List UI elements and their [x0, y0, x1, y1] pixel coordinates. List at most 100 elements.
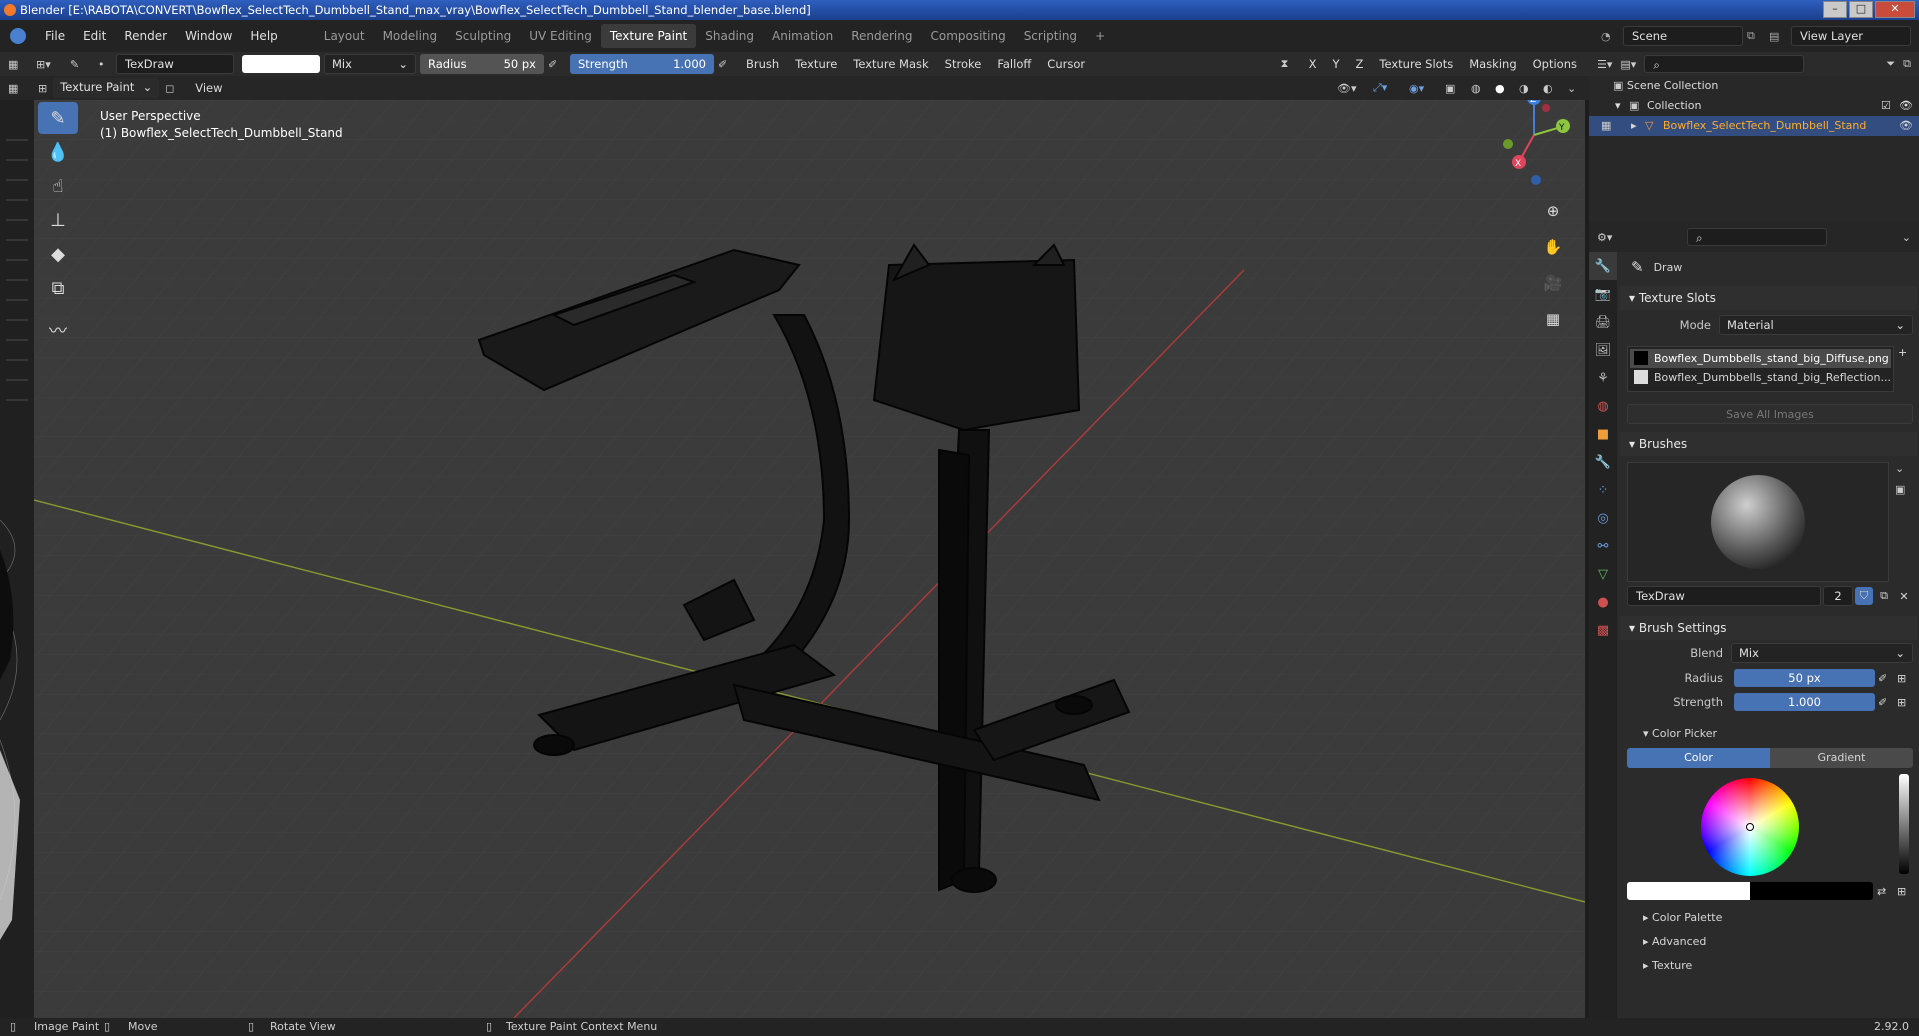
- maximize-button[interactable]: □: [1849, 1, 1873, 18]
- brush-settings-header[interactable]: ▾ Brush Settings: [1619, 616, 1917, 640]
- add-workspace-icon[interactable]: +: [1086, 24, 1114, 48]
- texture-slot-item[interactable]: Bowflex_Dumbbells_stand_big_Diffuse.png: [1630, 349, 1891, 368]
- radius-unified-icon[interactable]: ⊞: [1897, 672, 1913, 685]
- overlay-toggle-icon[interactable]: ◉▾: [1409, 82, 1439, 95]
- data-tab-icon[interactable]: ▽: [1589, 560, 1617, 588]
- object-eye-icon[interactable]: 👁: [1899, 116, 1919, 136]
- symmetry-icon[interactable]: ⧗: [1281, 57, 1299, 71]
- tab-compositing[interactable]: Compositing: [921, 24, 1014, 48]
- mode-dropdown[interactable]: Texture Paint ⌄: [53, 78, 160, 98]
- outliner-row-object[interactable]: ▦ ▸ ▽ Bowflex_SelectTech_Dumbbell_Stand …: [1589, 116, 1919, 136]
- swap-colors-icon[interactable]: ⇄: [1877, 885, 1893, 898]
- color-picker-header[interactable]: ▾ Color Picker: [1619, 722, 1917, 746]
- face-mask-icon[interactable]: ◻: [165, 82, 183, 95]
- brush-radius-slider[interactable]: 50 px: [1734, 669, 1875, 687]
- outliner-editor-icon[interactable]: ☰▾: [1597, 58, 1612, 71]
- brush-preview[interactable]: [1627, 462, 1889, 582]
- editor-type-icon[interactable]: ▦: [8, 58, 32, 71]
- menu-options[interactable]: Options: [1527, 54, 1583, 74]
- annotate-tool-icon[interactable]: 〰: [38, 314, 78, 346]
- xray-icon[interactable]: ▣: [1445, 82, 1465, 95]
- menu-texture-mask[interactable]: Texture Mask: [847, 54, 934, 74]
- color-wheel[interactable]: [1701, 778, 1799, 876]
- save-all-images-button[interactable]: Save All Images: [1627, 404, 1913, 424]
- add-slot-icon[interactable]: +: [1898, 346, 1913, 392]
- tab-uv-editing[interactable]: UV Editing: [520, 24, 601, 48]
- clone-tool-icon[interactable]: ⊥: [38, 204, 78, 236]
- brush-image-icon[interactable]: ▣: [1895, 483, 1913, 496]
- brush-blend-dropdown[interactable]: Mix ⌄: [1731, 643, 1913, 663]
- viewport-canvas[interactable]: Z Y X: [34, 100, 1585, 1018]
- zoom-icon[interactable]: ⊕: [1538, 196, 1568, 226]
- radius-pen-icon[interactable]: ✐: [1878, 672, 1894, 685]
- menu-render[interactable]: Render: [115, 29, 176, 43]
- axis-y-toggle[interactable]: Y: [1327, 54, 1346, 74]
- tab-scripting[interactable]: Scripting: [1015, 24, 1086, 48]
- strength-unified-icon[interactable]: ⊞: [1897, 696, 1913, 709]
- world-tab-icon[interactable]: ◍: [1589, 392, 1617, 420]
- menu-file[interactable]: File: [36, 29, 74, 43]
- wireframe-shading-icon[interactable]: ◍: [1471, 82, 1489, 95]
- modifier-tab-icon[interactable]: 🔧: [1589, 448, 1617, 476]
- close-button[interactable]: ✕: [1875, 1, 1915, 18]
- tab-gradient[interactable]: Gradient: [1770, 748, 1913, 768]
- menu-help[interactable]: Help: [241, 29, 286, 43]
- menu-edit[interactable]: Edit: [74, 29, 115, 43]
- radius-pressure-icon[interactable]: ✐: [548, 58, 566, 71]
- texture-header[interactable]: ▸ Texture: [1619, 954, 1917, 978]
- mask-tool-icon[interactable]: ⧉: [38, 272, 78, 304]
- view-layer-field[interactable]: View Layer: [1791, 26, 1911, 46]
- menu-brush[interactable]: Brush: [740, 54, 785, 74]
- mode-icon[interactable]: ⊞▾: [36, 58, 66, 71]
- collection-eye-icon[interactable]: 👁: [1899, 96, 1919, 116]
- object-tab-icon[interactable]: ■: [1589, 420, 1617, 448]
- outliner-row-collection[interactable]: ▾ ▣ Collection ☑ 👁: [1589, 96, 1919, 116]
- outliner-row-scene-collection[interactable]: ▣ Scene Collection: [1589, 76, 1919, 96]
- render-tab-icon[interactable]: 📷: [1589, 280, 1617, 308]
- soften-tool-icon[interactable]: 💧: [38, 136, 78, 168]
- duplicate-brush-icon[interactable]: ⧉: [1875, 589, 1893, 603]
- particles-tab-icon[interactable]: ⁘: [1589, 476, 1617, 504]
- minimize-button[interactable]: –: [1823, 1, 1847, 18]
- advanced-header[interactable]: ▸ Advanced: [1619, 930, 1917, 954]
- tab-modeling[interactable]: Modeling: [374, 24, 447, 48]
- brush-name-field[interactable]: TexDraw: [1627, 586, 1821, 606]
- brush-name-field[interactable]: TexDraw: [116, 54, 234, 74]
- color-unified-icon[interactable]: ⊞: [1897, 885, 1913, 898]
- texture-mode-dropdown[interactable]: Material ⌄: [1719, 315, 1913, 335]
- axis-x-toggle[interactable]: X: [1303, 54, 1323, 74]
- 3d-viewport[interactable]: Z Y X User Perspective (1) Bowflex_Selec…: [34, 100, 1585, 1018]
- tab-layout[interactable]: Layout: [315, 24, 374, 48]
- display-mode-icon[interactable]: ▤▾: [1620, 58, 1636, 71]
- properties-search-input[interactable]: ⌕: [1687, 228, 1828, 246]
- outliner-search-input[interactable]: ⌕: [1644, 55, 1805, 73]
- scene-icon[interactable]: ◔: [1601, 30, 1623, 43]
- tab-sculpting[interactable]: Sculpting: [446, 24, 520, 48]
- expand-object-icon[interactable]: ▸: [1631, 116, 1645, 136]
- properties-editor-icon[interactable]: ⚙▾: [1597, 231, 1612, 244]
- primary-color-swatch[interactable]: [1627, 882, 1873, 900]
- blender-menu-icon[interactable]: [4, 22, 32, 50]
- brush-strength-slider[interactable]: 1.000: [1734, 693, 1875, 711]
- tab-color[interactable]: Color: [1627, 748, 1770, 768]
- tab-animation[interactable]: Animation: [763, 24, 842, 48]
- output-tab-icon[interactable]: 🖨: [1589, 308, 1617, 336]
- texture-slot-item[interactable]: Bowflex_Dumbbells_stand_big_Reflection..…: [1630, 368, 1891, 387]
- color-palette-header[interactable]: ▸ Color Palette: [1619, 906, 1917, 930]
- physics-tab-icon[interactable]: ◎: [1589, 504, 1617, 532]
- color-wheel-cursor[interactable]: [1746, 823, 1754, 831]
- visibility-icon[interactable]: 👁▾: [1337, 82, 1367, 95]
- tool-tab-icon[interactable]: 🔧: [1589, 252, 1617, 280]
- color-swatch[interactable]: [242, 55, 320, 73]
- menu-masking[interactable]: Masking: [1463, 54, 1522, 74]
- tab-shading[interactable]: Shading: [696, 24, 763, 48]
- properties-options-icon[interactable]: ⌄: [1902, 231, 1911, 244]
- brushes-header[interactable]: ▾ Brushes: [1619, 432, 1917, 456]
- menu-falloff[interactable]: Falloff: [991, 54, 1037, 74]
- radius-slider[interactable]: Radius 50 px: [420, 54, 544, 74]
- menu-stroke[interactable]: Stroke: [939, 54, 988, 74]
- brush-browse-icon[interactable]: ⌄: [1895, 462, 1913, 475]
- tab-rendering[interactable]: Rendering: [842, 24, 921, 48]
- fill-tool-icon[interactable]: ◆: [38, 238, 78, 270]
- new-collection-icon[interactable]: ⧉: [1903, 57, 1911, 71]
